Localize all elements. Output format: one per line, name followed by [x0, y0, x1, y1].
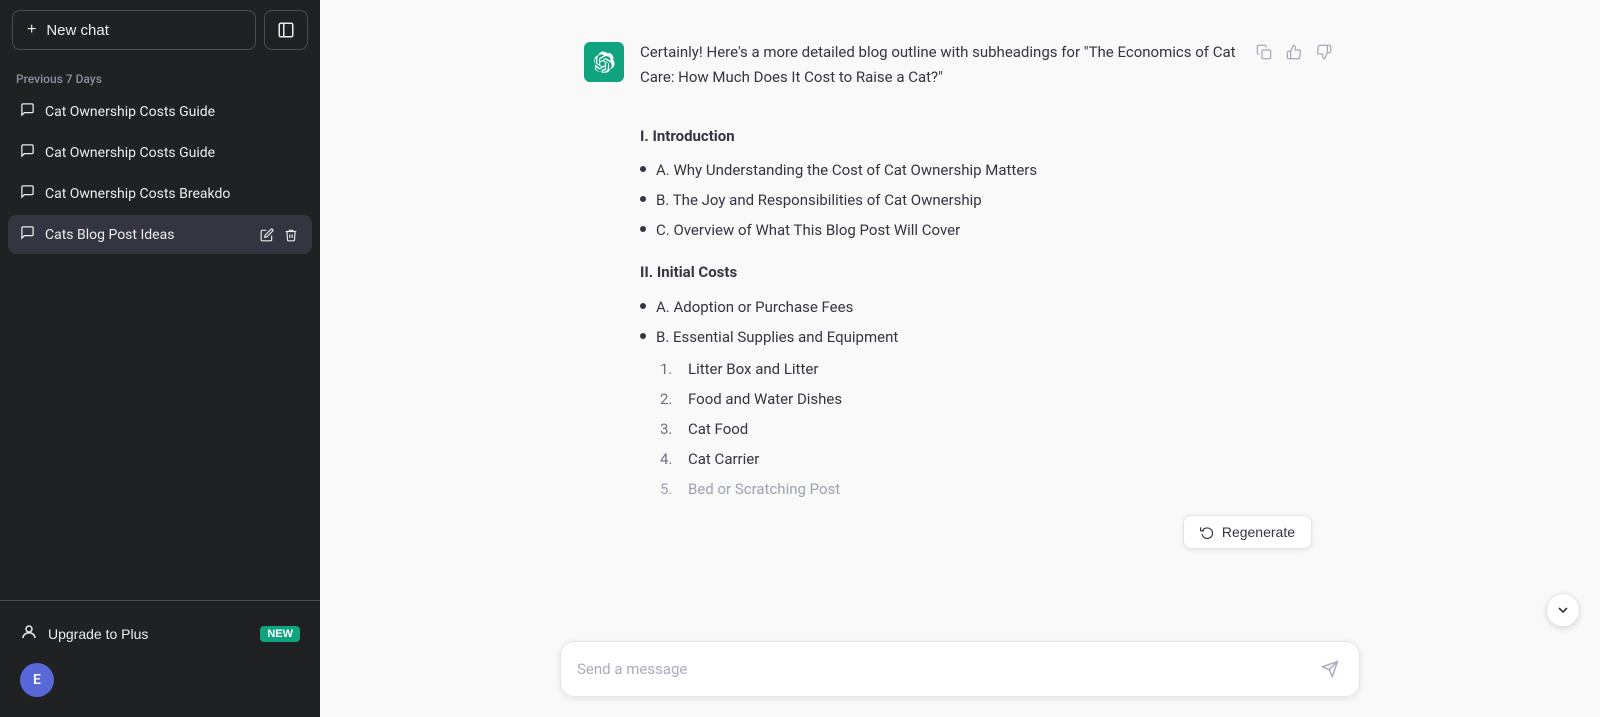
section-heading-1: I. Introduction — [640, 124, 1336, 149]
chat-icon — [20, 225, 35, 244]
assistant-avatar — [584, 42, 624, 82]
main-content: Certainly! Here's a more detailed blog o… — [320, 0, 1600, 717]
list-item: A. Why Understanding the Cost of Cat Own… — [640, 158, 1336, 182]
sidebar-item-chat-1[interactable]: Cat Ownership Costs Guide — [8, 92, 312, 131]
copy-message-button[interactable] — [1252, 40, 1276, 64]
list-item: B. Essential Supplies and Equipment — [640, 325, 1336, 349]
section-1-bullets: A. Why Understanding the Cost of Cat Own… — [640, 158, 1336, 242]
bullet-text: B. The Joy and Responsibilities of Cat O… — [656, 188, 982, 212]
delete-chat-button[interactable] — [282, 226, 300, 244]
new-chat-button[interactable]: + New chat — [12, 10, 256, 50]
input-wrapper — [560, 641, 1360, 697]
layout-icon — [277, 21, 295, 39]
bullet-dot — [640, 333, 646, 339]
sidebar-item-chat-2[interactable]: Cat Ownership Costs Guide — [8, 133, 312, 172]
top-message-text: Certainly! Here's a more detailed blog o… — [640, 40, 1252, 106]
send-icon — [1321, 660, 1339, 678]
list-item: 4. Cat Carrier — [660, 447, 1336, 471]
user-profile[interactable]: E — [8, 655, 312, 705]
regenerate-area: Regenerate — [584, 507, 1336, 557]
section-2-numbered: 1. Litter Box and Litter 2. Food and Wat… — [660, 357, 1336, 501]
user-icon — [20, 623, 38, 645]
list-number: 4. — [660, 447, 680, 471]
sidebar-item-chat-4[interactable]: Cats Blog Post Ideas — [8, 215, 312, 254]
message-wrapper: Certainly! Here's a more detailed blog o… — [560, 40, 1360, 557]
list-number: 2. — [660, 387, 680, 411]
openai-logo — [593, 51, 615, 73]
chat-item-label: Cat Ownership Costs Guide — [45, 104, 300, 120]
sidebar-top: + New chat — [0, 0, 320, 60]
list-number: 3. — [660, 417, 680, 441]
chat-list: Cat Ownership Costs Guide Cat Ownership … — [0, 92, 320, 254]
upgrade-to-plus-button[interactable]: Upgrade to Plus NEW — [8, 613, 312, 655]
regenerate-label: Regenerate — [1222, 524, 1295, 540]
sidebar: + New chat Previous 7 Days Cat Ownership… — [0, 0, 320, 717]
user-avatar: E — [20, 663, 54, 697]
message-intro: Certainly! Here's a more detailed blog o… — [640, 40, 1252, 90]
upgrade-label: Upgrade to Plus — [48, 626, 148, 642]
chat-item-label: Cat Ownership Costs Breakdo — [45, 186, 300, 202]
bullet-text: B. Essential Supplies and Equipment — [656, 325, 898, 349]
list-item: 3. Cat Food — [660, 417, 1336, 441]
chat-icon — [20, 184, 35, 203]
sidebar-bottom: Upgrade to Plus NEW E — [0, 600, 320, 717]
scroll-to-bottom-button[interactable] — [1546, 593, 1580, 627]
section-2-bullets: A. Adoption or Purchase Fees B. Essentia… — [640, 295, 1336, 349]
list-number: 5. — [660, 477, 680, 501]
bullet-dot — [640, 196, 646, 202]
chat-area: Certainly! Here's a more detailed blog o… — [320, 0, 1600, 629]
new-badge: NEW — [260, 626, 300, 642]
chat-icon — [20, 143, 35, 162]
thumbs-down-button[interactable] — [1312, 40, 1336, 64]
chevron-down-icon — [1555, 602, 1571, 618]
chat-item-actions — [258, 226, 300, 244]
plus-icon: + — [27, 21, 36, 39]
message-actions — [1252, 40, 1336, 64]
message-input[interactable] — [577, 660, 1317, 678]
edit-chat-button[interactable] — [258, 226, 276, 244]
list-item-text: Cat Food — [688, 417, 748, 441]
list-item: 1. Litter Box and Litter — [660, 357, 1336, 381]
section-heading-2: II. Initial Costs — [640, 260, 1336, 285]
list-item: 2. Food and Water Dishes — [660, 387, 1336, 411]
bullet-dot — [640, 303, 646, 309]
list-item: C. Overview of What This Blog Post Will … — [640, 218, 1336, 242]
send-button[interactable] — [1317, 656, 1343, 682]
thumbs-up-button[interactable] — [1282, 40, 1306, 64]
list-item-text: Litter Box and Litter — [688, 357, 818, 381]
list-item-text: Cat Carrier — [688, 447, 759, 471]
chat-item-label: Cat Ownership Costs Guide — [45, 145, 300, 161]
list-item: B. The Joy and Responsibilities of Cat O… — [640, 188, 1336, 212]
message-content: Certainly! Here's a more detailed blog o… — [640, 40, 1336, 507]
chat-item-label: Cats Blog Post Ideas — [45, 227, 248, 243]
list-item-text: Bed or Scratching Post — [688, 477, 840, 501]
section-introduction: I. Introduction A. Why Understanding the… — [640, 124, 1336, 243]
list-item: A. Adoption or Purchase Fees — [640, 295, 1336, 319]
list-number: 1. — [660, 357, 680, 381]
bullet-dot — [640, 226, 646, 232]
section-initial-costs: II. Initial Costs A. Adoption or Purchas… — [640, 260, 1336, 501]
section-label: Previous 7 Days — [0, 60, 320, 92]
list-item-text: Food and Water Dishes — [688, 387, 842, 411]
sidebar-item-chat-3[interactable]: Cat Ownership Costs Breakdo — [8, 174, 312, 213]
regenerate-icon — [1200, 525, 1214, 539]
bullet-dot — [640, 166, 646, 172]
bullet-text: A. Adoption or Purchase Fees — [656, 295, 853, 319]
sidebar-toggle-button[interactable] — [264, 10, 308, 50]
list-item: 5. Bed or Scratching Post — [660, 477, 1336, 501]
assistant-message: Certainly! Here's a more detailed blog o… — [584, 40, 1336, 507]
bullet-text: C. Overview of What This Blog Post Will … — [656, 218, 960, 242]
new-chat-label: New chat — [46, 22, 109, 39]
bullet-text: A. Why Understanding the Cost of Cat Own… — [656, 158, 1037, 182]
top-message-row: Certainly! Here's a more detailed blog o… — [640, 40, 1336, 106]
regenerate-button[interactable]: Regenerate — [1183, 515, 1312, 549]
input-area — [320, 629, 1600, 717]
chat-icon — [20, 102, 35, 121]
